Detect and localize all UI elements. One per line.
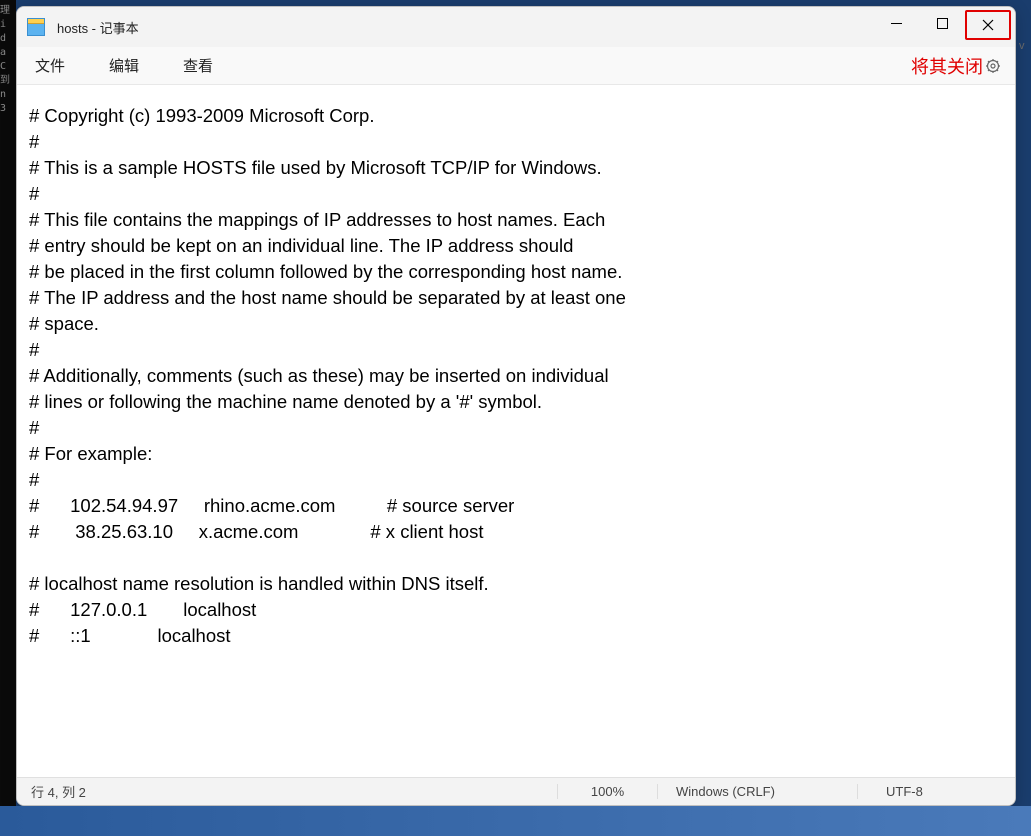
desktop-right-edge: v [1019,40,1031,52]
status-zoom[interactable]: 100% [557,784,657,799]
gear-icon[interactable] [985,58,1001,74]
window-controls [873,7,1015,39]
status-cursor-position: 行 4, 列 2 [17,782,557,801]
close-button[interactable] [965,10,1011,40]
maximize-button[interactable] [919,7,965,39]
notepad-window: hosts - 记事本 文件 编辑 查看 将其关闭 # Copyright (c… [16,6,1016,806]
status-encoding: UTF-8 [857,784,957,799]
text-content[interactable]: # Copyright (c) 1993-2009 Microsoft Corp… [17,85,1015,777]
menu-edit[interactable]: 编辑 [101,51,147,80]
notepad-app-icon [27,18,45,36]
close-annotation: 将其关闭 [911,53,1001,79]
statusbar: 行 4, 列 2 100% Windows (CRLF) UTF-8 [17,777,1015,805]
desktop-taskbar [0,806,1031,836]
window-title: hosts - 记事本 [57,18,139,37]
annotation-label: 将其关闭 [911,53,983,79]
titlebar[interactable]: hosts - 记事本 [17,7,1015,47]
desktop-background-left: 理 i d a C 到 n 3 [0,0,16,836]
close-icon [982,19,994,31]
menu-view[interactable]: 查看 [175,51,221,80]
status-line-ending: Windows (CRLF) [657,784,857,799]
menubar-row: 文件 编辑 查看 将其关闭 [17,47,1015,85]
minimize-button[interactable] [873,7,919,39]
maximize-icon [937,18,948,29]
menu-file[interactable]: 文件 [27,51,73,80]
minimize-icon [891,18,902,29]
menubar: 文件 编辑 查看 [27,51,221,80]
